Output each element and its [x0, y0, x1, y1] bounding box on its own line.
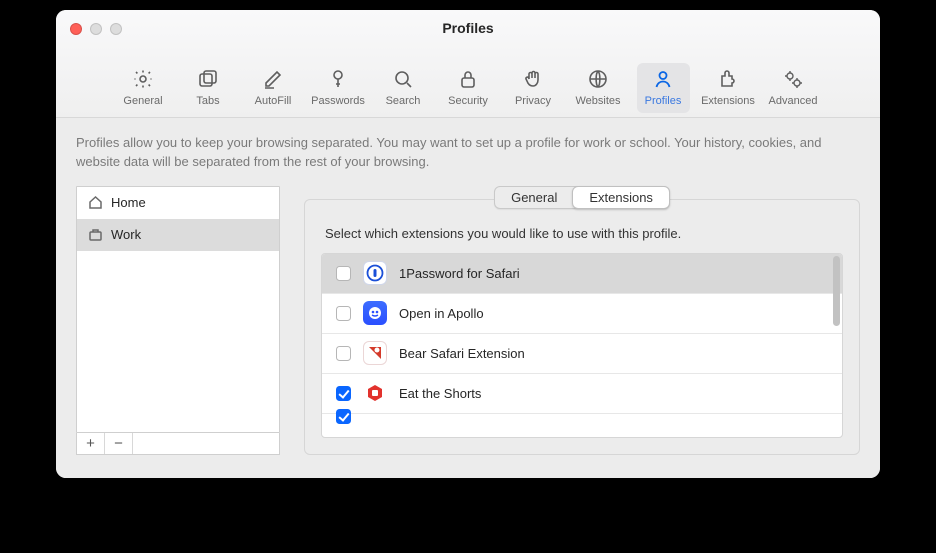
toolbar-label: Websites — [575, 95, 620, 107]
toolbar-label: Tabs — [196, 95, 219, 107]
briefcase-icon — [87, 227, 103, 243]
key-icon — [326, 67, 350, 91]
extension-checkbox[interactable] — [336, 386, 351, 401]
extension-checkbox[interactable] — [336, 306, 351, 321]
extension-row[interactable]: Open in Apollo — [322, 294, 842, 334]
remove-profile-button[interactable]: − — [105, 433, 133, 454]
house-icon — [87, 195, 103, 211]
toolbar-security[interactable]: Security — [442, 63, 495, 113]
profiles-description: Profiles allow you to keep your browsing… — [76, 134, 846, 172]
toolbar-label: Profiles — [645, 95, 682, 107]
extension-checkbox[interactable] — [336, 346, 351, 361]
profile-name: Work — [111, 227, 141, 242]
toolbar-label: Extensions — [701, 95, 755, 107]
bear-icon — [363, 341, 387, 365]
toolbar-label: Passwords — [311, 95, 365, 107]
toolbar-privacy[interactable]: Privacy — [507, 63, 560, 113]
content-area: Profiles allow you to keep your browsing… — [56, 118, 880, 478]
search-icon — [391, 67, 415, 91]
pencil-icon — [261, 67, 285, 91]
extension-checkbox[interactable] — [336, 409, 351, 424]
toolbar-extensions[interactable]: Extensions — [702, 63, 755, 113]
toolbar-autofill[interactable]: AutoFill — [247, 63, 300, 113]
gear-icon — [131, 67, 155, 91]
lock-icon — [456, 67, 480, 91]
toolbar-label: Advanced — [769, 95, 818, 107]
toolbar-label: Security — [448, 95, 488, 107]
puzzle-icon — [716, 67, 740, 91]
extensions-panel: Select which extensions you would like t… — [304, 199, 860, 455]
preferences-window: Profiles General Tabs AutoFill Passwords… — [56, 10, 880, 478]
shorts-icon — [363, 381, 387, 405]
globe-icon — [586, 67, 610, 91]
apollo-icon — [363, 301, 387, 325]
toolbar-websites[interactable]: Websites — [572, 63, 625, 113]
toolbar-general[interactable]: General — [117, 63, 170, 113]
profile-row-work[interactable]: Work — [77, 219, 279, 251]
extension-row[interactable]: 1Password for Safari — [322, 254, 842, 294]
toolbar-tabs[interactable]: Tabs — [182, 63, 235, 113]
toolbar-profiles[interactable]: Profiles — [637, 63, 690, 113]
profile-name: Home — [111, 195, 146, 210]
extension-name: Open in Apollo — [399, 306, 484, 321]
extension-row[interactable]: Bear Safari Extension — [322, 334, 842, 374]
extension-name: Eat the Shorts — [399, 386, 481, 401]
toolbar-label: General — [123, 95, 162, 107]
extension-name: Bear Safari Extension — [399, 346, 525, 361]
gears-icon — [781, 67, 805, 91]
segment-extensions[interactable]: Extensions — [572, 186, 670, 209]
preferences-toolbar: General Tabs AutoFill Passwords Search S… — [56, 63, 880, 113]
extension-row-partial[interactable] — [322, 414, 842, 426]
window-title: Profiles — [56, 20, 880, 36]
scrollbar-thumb[interactable] — [833, 256, 840, 326]
profiles-sidebar: Home Work + − — [76, 186, 280, 455]
toolbar-search[interactable]: Search — [377, 63, 430, 113]
toolbar-label: Privacy — [515, 95, 551, 107]
segment-general[interactable]: General — [495, 187, 573, 208]
hand-icon — [521, 67, 545, 91]
toolbar-label: AutoFill — [255, 95, 292, 107]
profiles-list-buttons: + − — [76, 433, 280, 455]
profiles-list[interactable]: Home Work — [76, 186, 280, 433]
profile-detail: General Extensions Select which extensio… — [304, 186, 860, 455]
extensions-list[interactable]: 1Password for Safari Open in Apollo Bear — [321, 253, 843, 438]
extension-name: 1Password for Safari — [399, 266, 520, 281]
1password-icon — [363, 261, 387, 285]
toolbar-advanced[interactable]: Advanced — [767, 63, 820, 113]
extension-checkbox[interactable] — [336, 266, 351, 281]
titlebar: Profiles General Tabs AutoFill Passwords… — [56, 10, 880, 118]
person-icon — [651, 67, 675, 91]
extension-row[interactable]: Eat the Shorts — [322, 374, 842, 414]
extensions-hint: Select which extensions you would like t… — [325, 226, 839, 241]
tabs-icon — [196, 67, 220, 91]
toolbar-label: Search — [386, 95, 421, 107]
add-profile-button[interactable]: + — [77, 433, 105, 454]
toolbar-passwords[interactable]: Passwords — [312, 63, 365, 113]
detail-segmented-control[interactable]: General Extensions — [494, 186, 670, 209]
profile-row-home[interactable]: Home — [77, 187, 279, 219]
